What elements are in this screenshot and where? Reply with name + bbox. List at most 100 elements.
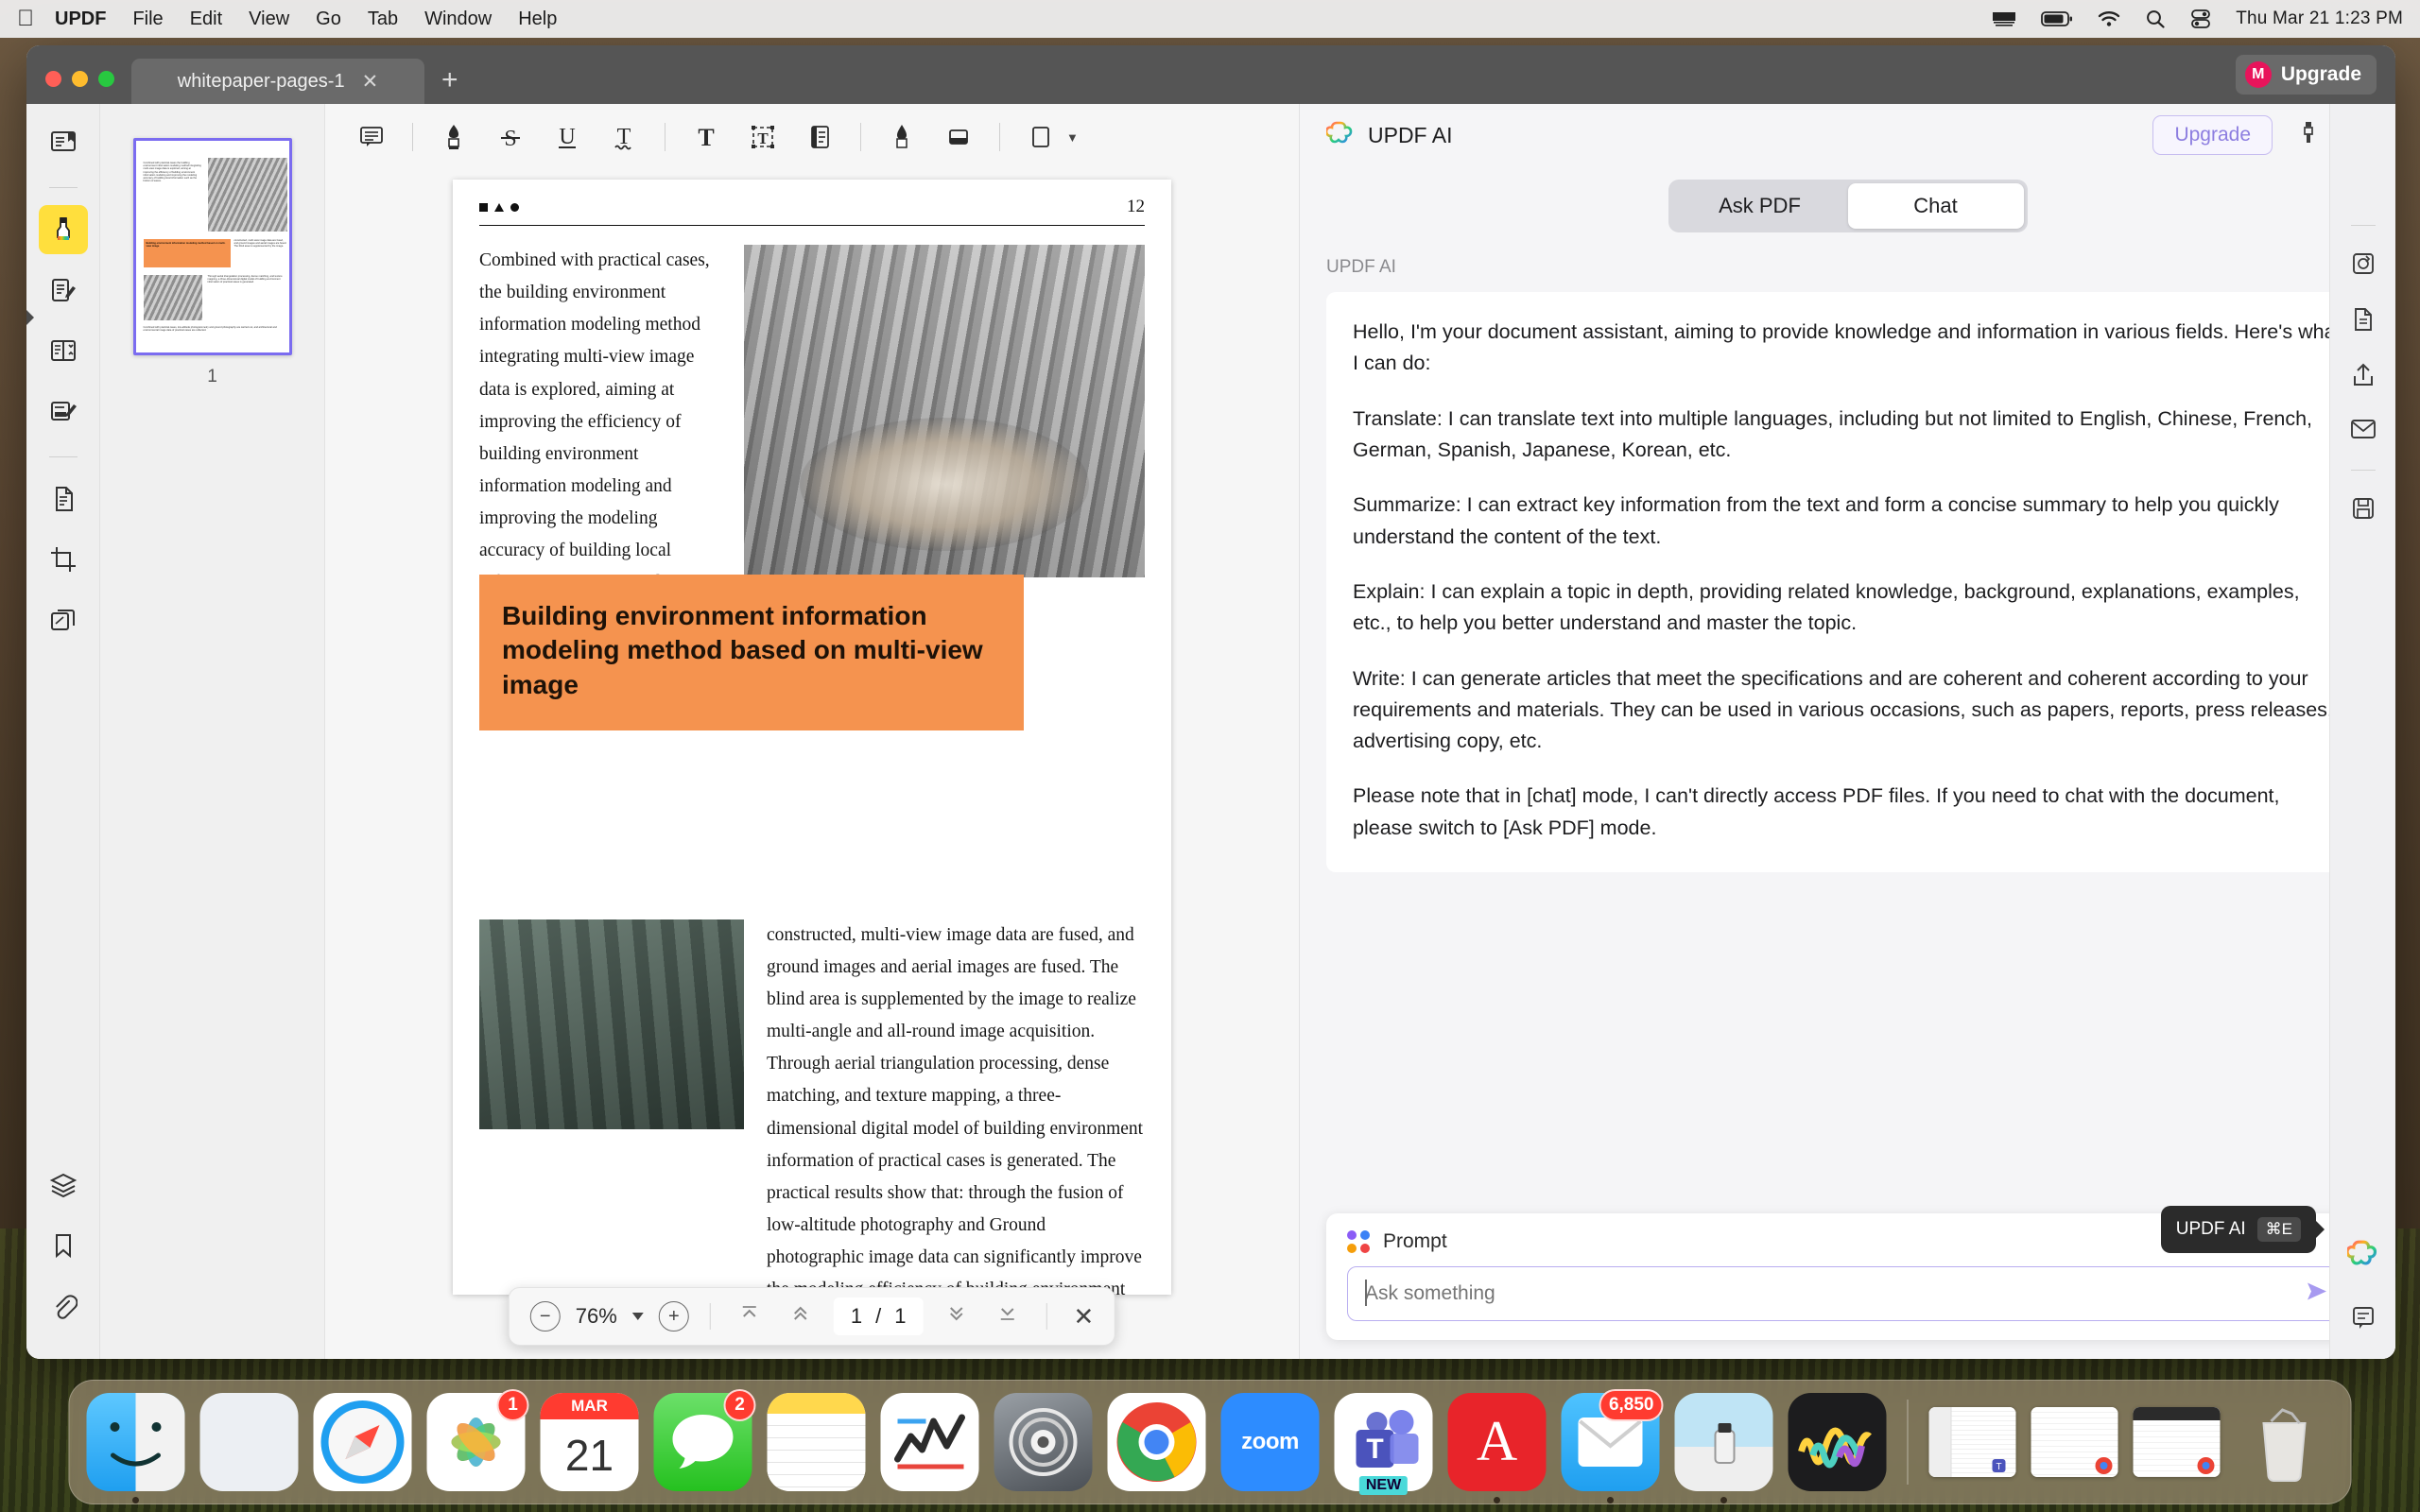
minimized-window-1[interactable]: T	[1928, 1407, 2016, 1477]
menu-item-help[interactable]: Help	[518, 9, 557, 30]
first-page-icon[interactable]	[732, 1304, 768, 1329]
page-number-box[interactable]: 1 / 1	[833, 1297, 924, 1335]
sidebar-item-reader-mode[interactable]	[39, 117, 88, 166]
sidebar-item-edit-pdf[interactable]	[39, 266, 88, 315]
new-tab-button[interactable]: +	[441, 66, 458, 94]
save-icon[interactable]	[2350, 495, 2377, 526]
dock-item-launchpad[interactable]	[199, 1393, 299, 1491]
callout-icon[interactable]	[794, 113, 845, 161]
zoom-level-value[interactable]: 76%	[576, 1304, 617, 1329]
underline-icon[interactable]: U	[542, 113, 593, 161]
toolbar-divider-3	[860, 123, 861, 151]
dock-item-preview[interactable]	[1674, 1393, 1773, 1503]
menu-item-updf[interactable]: UPDF	[55, 9, 106, 30]
pdf-page-scroll-area[interactable]: 12 Combined with practical cases, the bu…	[325, 170, 1299, 1359]
sidebar-item-comment[interactable]	[38, 205, 88, 254]
message-author: UPDF AI	[1326, 256, 1396, 277]
zoom-out-button[interactable]: −	[529, 1301, 561, 1332]
tab-chat[interactable]: Chat	[1847, 183, 2024, 229]
dock-item-stocks[interactable]	[880, 1393, 979, 1491]
sidebar-item-organize-pages[interactable]	[39, 326, 88, 375]
dock-tag-teams: NEW	[1358, 1476, 1409, 1495]
prev-page-icon[interactable]	[783, 1304, 819, 1329]
sidebar-item-annotate[interactable]	[39, 387, 88, 436]
strikethrough-icon[interactable]: S	[485, 113, 536, 161]
document-tab[interactable]: whitepaper-pages-1 ✕	[131, 59, 424, 104]
message-paragraph-2: Translate: I can translate text into mul…	[1353, 406, 2313, 461]
control-center-icon[interactable]	[2190, 9, 2211, 28]
dock-item-messages[interactable]: 2	[653, 1389, 756, 1491]
dock-item-podcasts[interactable]	[1788, 1393, 1887, 1491]
wifi-icon[interactable]	[2098, 10, 2120, 27]
menu-clock[interactable]: Thu Mar 21 1:23 PM	[2236, 9, 2403, 29]
chevron-down-icon[interactable]	[631, 1313, 644, 1320]
close-icon[interactable]: ✕	[362, 72, 379, 92]
shape-icon[interactable]	[1015, 113, 1066, 161]
minimized-window-2[interactable]	[2031, 1407, 2118, 1477]
dock-item-mail[interactable]: 6,850	[1561, 1389, 1664, 1503]
dock-item-notes[interactable]	[767, 1393, 866, 1491]
pencil-icon[interactable]	[876, 113, 927, 161]
chevron-down-icon[interactable]: ▼	[1066, 130, 1079, 145]
squiggly-icon[interactable]: T	[598, 113, 649, 161]
dock-item-photos[interactable]: 1	[426, 1389, 529, 1491]
pdf-photo-atrium	[744, 245, 1145, 577]
mail-icon[interactable]	[2350, 418, 2377, 445]
maximize-window-button[interactable]	[98, 71, 114, 87]
traffic-lights	[26, 71, 131, 104]
ocr-icon[interactable]	[2350, 250, 2377, 282]
menu-item-file[interactable]: File	[132, 9, 163, 30]
minimized-window-3[interactable]	[2133, 1407, 2221, 1477]
dock-item-calendar[interactable]: MAR 21	[540, 1393, 639, 1491]
upgrade-button[interactable]: M Upgrade	[2235, 55, 2377, 94]
dock-item-acrobat[interactable]: A	[1447, 1393, 1547, 1503]
message-paragraph-5: Write: I can generate articles that meet…	[1353, 666, 2333, 753]
dock-item-finder[interactable]	[86, 1393, 185, 1503]
share-icon[interactable]	[2350, 362, 2377, 393]
dock-item-zoom[interactable]: zoom	[1220, 1393, 1320, 1491]
keyboard-icon[interactable]	[1992, 10, 2016, 27]
tab-ask-pdf[interactable]: Ask PDF	[1672, 183, 1848, 229]
menu-item-view[interactable]: View	[249, 9, 289, 30]
dock-item-safari[interactable]	[313, 1393, 412, 1491]
search-icon[interactable]	[2145, 9, 2166, 29]
next-page-icon[interactable]	[938, 1304, 974, 1329]
battery-icon[interactable]	[2041, 10, 2073, 27]
menu-item-window[interactable]: Window	[424, 9, 492, 30]
apple-icon[interactable]: 	[17, 8, 34, 30]
close-window-button[interactable]	[45, 71, 61, 87]
page-thumbnail-1[interactable]: Combined with practical cases the buildi…	[132, 138, 292, 355]
minimize-window-button[interactable]	[72, 71, 88, 87]
close-toolbar-button[interactable]: ✕	[1067, 1302, 1094, 1332]
send-icon[interactable]	[2303, 1280, 2331, 1309]
dock-item-trash[interactable]	[2236, 1393, 2334, 1491]
sidebar-item-bookmark[interactable]	[39, 1221, 88, 1270]
sidebar-item-compare[interactable]	[39, 595, 88, 644]
zoom-label: zoom	[1241, 1429, 1299, 1454]
brush-icon[interactable]	[2297, 120, 2320, 151]
last-page-icon[interactable]	[989, 1304, 1025, 1329]
sidebar-item-attachment[interactable]	[39, 1281, 88, 1331]
menu-item-edit[interactable]: Edit	[190, 9, 222, 30]
highlight-icon[interactable]	[428, 113, 479, 161]
sidebar-item-convert-pdf[interactable]	[39, 474, 88, 524]
comment-icon[interactable]	[2350, 1305, 2377, 1338]
menu-item-go[interactable]: Go	[316, 9, 341, 30]
menu-item-tab[interactable]: Tab	[368, 9, 398, 30]
ask-something-input[interactable]	[1347, 1266, 2348, 1321]
text-box-icon[interactable]: T	[737, 113, 788, 161]
text-icon[interactable]: T	[681, 113, 732, 161]
sidebar-item-crop[interactable]	[39, 535, 88, 584]
zoom-in-button[interactable]: +	[658, 1301, 689, 1332]
updf-ai-panel: UPDF AI Upgrade Ask PDF Chat UPDF AI Hel…	[1299, 104, 2395, 1359]
sidebar-item-layers[interactable]	[39, 1160, 88, 1210]
document-icon[interactable]	[2350, 306, 2377, 337]
sticky-note-icon[interactable]	[346, 113, 397, 161]
updf-ai-icon[interactable]	[2344, 1240, 2379, 1277]
dock-divider	[1907, 1400, 1909, 1485]
dock-item-chrome[interactable]	[1107, 1393, 1206, 1491]
eraser-icon[interactable]	[933, 113, 984, 161]
ai-upgrade-button[interactable]: Upgrade	[2152, 115, 2273, 155]
dock-item-teams[interactable]: T NEW	[1334, 1393, 1433, 1495]
dock-item-system-settings[interactable]	[994, 1393, 1093, 1491]
